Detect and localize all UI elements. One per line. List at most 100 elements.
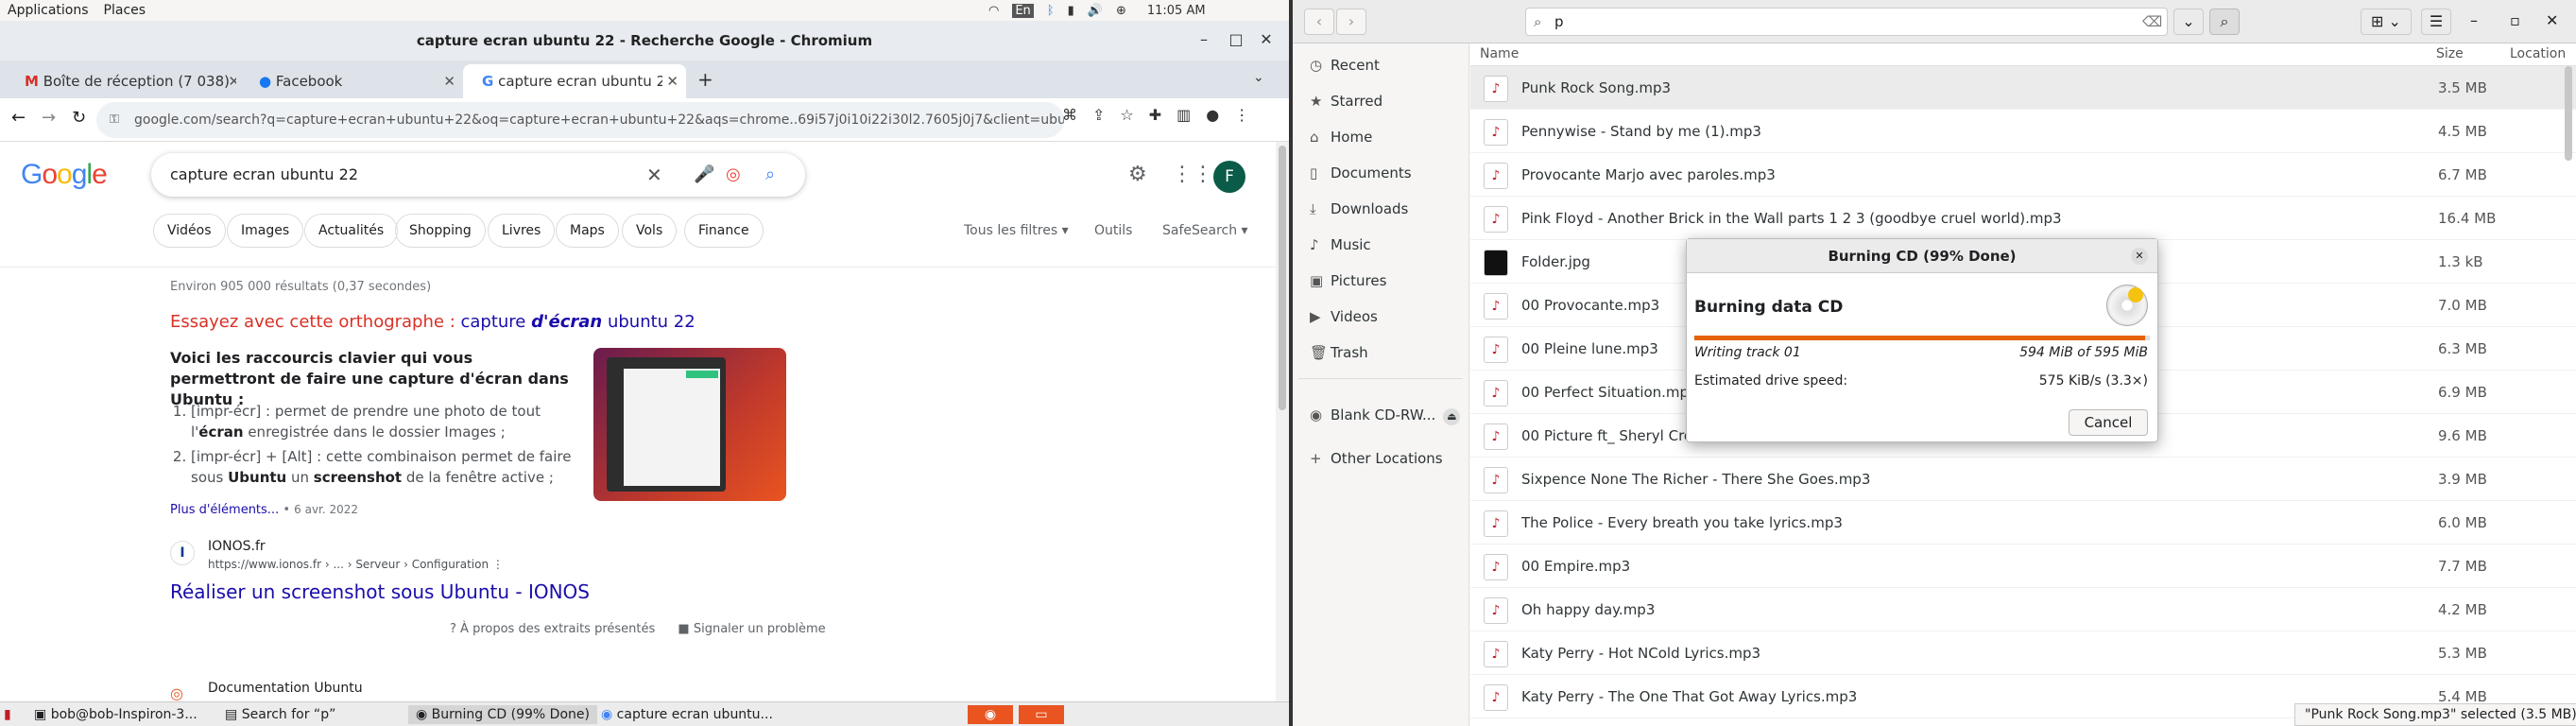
report-problem-link[interactable]: Signaler un problème [694,622,826,636]
sidebar-item-blank-cd[interactable]: ◉ Blank CD-RW... ⏏ [1310,397,1461,433]
apps-grid-icon[interactable]: ⋮⋮ [1172,163,1213,186]
sidebar-item-downloads[interactable]: ⤓ Downloads [1310,191,1408,227]
file-row[interactable]: ♪ Oh happy day.mp3 4.2 MB [1470,588,2576,631]
result-title-link[interactable]: Réaliser un screenshot sous Ubuntu - ION… [170,580,590,603]
search-text[interactable]: p [1554,13,1564,30]
sidebar-item-documents[interactable]: ▯ Documents [1310,155,1412,191]
more-items-link[interactable]: Plus d'éléments... [170,503,279,517]
file-row[interactable]: ♪ Pink Floyd - Another Brick in the Wall … [1470,197,2576,240]
maximize-button[interactable]: □ [1225,28,1247,51]
search-toggle-button[interactable]: ⌕ [2209,9,2240,35]
network-icon[interactable]: ⊕ [1116,4,1126,18]
forward-button[interactable]: › [1336,9,1366,35]
column-name[interactable]: Name [1480,46,1519,61]
file-row[interactable]: ♪ Katy Perry - Hot NCold Lyrics.mp3 5.3 MB [1470,631,2576,675]
back-button[interactable]: ‹ [1304,9,1334,35]
profile-icon[interactable]: ● [1206,106,1219,124]
all-filters-button[interactable]: Tous les filtres ▾ [964,223,1069,238]
volume-icon[interactable]: 🔊 [1088,4,1103,18]
taskbar-item-files[interactable]: ▤ Search for “p” [225,705,335,724]
clock[interactable]: 11:05 AM [1147,4,1206,18]
sidebar-item-home[interactable]: ⌂ Home [1310,119,1372,155]
column-location[interactable]: Location [2510,46,2566,61]
wifi-icon[interactable]: ◠ [988,4,999,18]
close-window-button[interactable]: ✕ [2546,11,2558,29]
bluetooth-icon[interactable]: ᛒ [1047,4,1055,18]
menu-button[interactable]: ☰ [2421,9,2451,35]
safesearch-button[interactable]: SafeSearch ▾ [1162,223,1248,238]
chip-shopping[interactable]: Shopping [395,214,486,248]
snippet-thumbnail[interactable] [593,348,786,501]
next-site-name[interactable]: Documentation Ubuntu [208,681,363,696]
share-icon[interactable]: ⇪ [1092,106,1105,124]
chip-flights[interactable]: Vols [622,214,678,248]
new-tab-button[interactable]: + [697,68,713,91]
back-button[interactable]: ← [11,108,26,128]
search-submit-icon[interactable]: ⌕ [765,153,775,197]
suggestion-link[interactable]: capture d'écran ubuntu 22 [460,312,695,332]
clear-search-icon[interactable]: ✕ [646,153,662,197]
workspace-2[interactable]: ▭ [1019,705,1064,724]
sidebar-item-starred[interactable]: ★ Starred [1310,83,1382,119]
close-tab-icon[interactable]: ✕ [228,64,236,98]
voice-search-icon[interactable]: 🎤 [694,153,714,197]
search-query[interactable]: capture ecran ubuntu 22 [170,165,358,183]
battery-icon[interactable]: ▮ [1068,4,1074,18]
reload-button[interactable]: ↻ [72,108,86,128]
page-scrollbar[interactable] [1276,142,1289,701]
tab-search-icon[interactable]: ⌄ [1253,70,1264,85]
sidebar-item-trash[interactable]: 🗑 Trash [1310,335,1368,371]
settings-gear-icon[interactable]: ⚙ [1128,163,1147,186]
close-window-button[interactable]: ✕ [1255,28,1278,51]
file-row[interactable]: ♪ Pennywise - Stand by me (1).mp3 4.5 MB [1470,110,2576,153]
view-toggle-button[interactable]: ⊞ ⌄ [2361,9,2412,35]
sidebar-item-recent[interactable]: ◷ Recent [1310,47,1380,83]
scrollbar-thumb[interactable] [1279,146,1286,410]
close-tab-icon[interactable]: ✕ [443,64,455,98]
more-options-icon[interactable]: ⋮ [492,558,504,571]
chip-maps[interactable]: Maps [556,214,619,248]
applications-menu[interactable]: Applications [0,3,96,18]
bookmark-star-icon[interactable]: ☆ [1120,106,1133,124]
google-logo[interactable]: Google [21,159,108,191]
tab-google-search[interactable]: G capture ecran ubuntu 22 ✕ [463,64,686,98]
side-panel-icon[interactable]: ▥ [1176,106,1191,124]
chip-news[interactable]: Actualités [304,214,399,248]
extensions-icon[interactable]: ✚ [1149,106,1161,124]
close-dialog-icon[interactable]: ✕ [2131,248,2148,265]
taskbar-item-terminal[interactable]: ▣ bob@bob-Inspiron-3... [34,705,197,724]
sidebar-item-other-locations[interactable]: + Other Locations [1310,441,1443,476]
places-menu[interactable]: Places [96,3,154,18]
taskbar-item-burning[interactable]: ◉ Burning CD (99% Done) [408,705,597,724]
site-info-icon[interactable]: ⚿ [110,102,119,138]
file-list-scrollbar[interactable] [2565,66,2572,161]
chip-videos[interactable]: Vidéos [153,214,226,248]
translate-icon[interactable]: ⌘ [1062,106,1077,124]
forward-button[interactable]: → [42,108,56,128]
close-tab-icon[interactable]: ✕ [662,64,678,98]
cancel-button[interactable]: Cancel [2069,409,2148,436]
file-row[interactable]: ♪ 00 Empire.mp3 7.7 MB [1470,544,2576,588]
lens-search-icon[interactable]: ◎ [726,153,741,197]
sidebar-item-videos[interactable]: ▶ Videos [1310,299,1378,335]
file-row[interactable]: ♪ Provocante Marjo avec paroles.mp3 6.7 MB [1470,153,2576,197]
tab-facebook[interactable]: ● Facebook ✕ [240,64,463,98]
language-indicator[interactable]: En [1012,3,1034,18]
site-name[interactable]: IONOS.fr [208,539,266,554]
column-size[interactable]: Size [2436,46,2464,61]
chip-finance[interactable]: Finance [684,214,764,248]
tools-button[interactable]: Outils [1094,223,1132,238]
search-field[interactable]: ⌕ p ⌫ [1525,8,2168,36]
tab-gmail[interactable]: M Boîte de réception (7 038) ✕ [6,64,236,98]
address-bar[interactable]: ⚿ google.com/search?q=capture+ecran+ubun… [96,102,1064,138]
account-avatar[interactable]: F [1213,161,1245,193]
search-box[interactable]: capture ecran ubuntu 22 ✕ 🎤 ◎ ⌕ [151,153,805,197]
chip-images[interactable]: Images [227,214,304,248]
show-desktop-icon[interactable]: ▮ [4,705,11,724]
file-row[interactable]: ♪ Punk Rock Song.mp3 3.5 MB [1470,66,2576,110]
sidebar-item-music[interactable]: ♪ Music [1310,227,1371,263]
minimize-button[interactable]: – [2470,11,2478,29]
about-snippets-link[interactable]: À propos des extraits présentés [460,622,655,636]
file-row[interactable]: ♪ The Police - Every breath you take lyri… [1470,501,2576,544]
taskbar-item-chromium[interactable]: ◉ capture ecran ubuntu... [601,705,773,724]
